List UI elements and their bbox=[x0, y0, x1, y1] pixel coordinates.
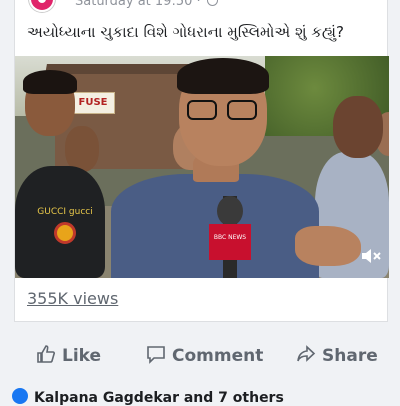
like-reaction-icon bbox=[12, 388, 28, 404]
share-label: Share bbox=[322, 346, 378, 366]
share-arrow-icon bbox=[297, 345, 316, 362]
comment-button[interactable]: Comment bbox=[146, 344, 263, 368]
action-bar: Like Comment Share bbox=[0, 334, 400, 378]
share-button[interactable]: Share bbox=[296, 344, 378, 368]
view-count[interactable]: 355K views bbox=[27, 289, 118, 308]
shirt-print-text: GUCCI gucci bbox=[37, 207, 93, 217]
reporter-hair bbox=[177, 58, 269, 94]
like-label: Like bbox=[62, 346, 102, 366]
post-header: Saturday at 19:50 · bbox=[15, 0, 389, 14]
shirt-print: GUCCI gucci bbox=[37, 206, 93, 274]
microphone-head bbox=[217, 196, 243, 226]
post-timestamp-text[interactable]: Saturday at 19:50 · bbox=[75, 0, 201, 9]
mute-icon[interactable] bbox=[359, 244, 383, 268]
reactions-summary[interactable]: Kalpana Gagdekar and 7 others bbox=[12, 388, 284, 406]
gucci-logo-icon bbox=[54, 222, 76, 244]
post-card: Saturday at 19:50 · અયોધ્યાના ચુકાદા વિશ… bbox=[14, 0, 389, 322]
video-shop-sign: FUSE bbox=[71, 92, 115, 114]
comment-bubble-icon bbox=[147, 346, 165, 364]
reactions-text[interactable]: Kalpana Gagdekar and 7 others bbox=[34, 390, 284, 406]
post-caption: અયોધ્યાના ચુકાદા વિશે ગોધરાના મુસ્લિમોએ … bbox=[27, 23, 344, 41]
reporter-glasses bbox=[187, 100, 261, 122]
bystander-head bbox=[333, 96, 383, 158]
page-avatar[interactable] bbox=[29, 0, 55, 12]
reporter-hand bbox=[295, 226, 361, 266]
young-man-hair bbox=[23, 70, 77, 94]
thumbs-up-icon bbox=[37, 345, 55, 363]
post-timestamp[interactable]: Saturday at 19:50 · bbox=[75, 0, 218, 9]
like-button[interactable]: Like bbox=[36, 344, 101, 368]
video-player[interactable]: FUSE GUCCI gucci BBC NEWS bbox=[15, 56, 389, 278]
globe-icon bbox=[206, 0, 218, 6]
comment-label: Comment bbox=[172, 346, 264, 366]
microphone-flag: BBC NEWS bbox=[209, 224, 251, 260]
